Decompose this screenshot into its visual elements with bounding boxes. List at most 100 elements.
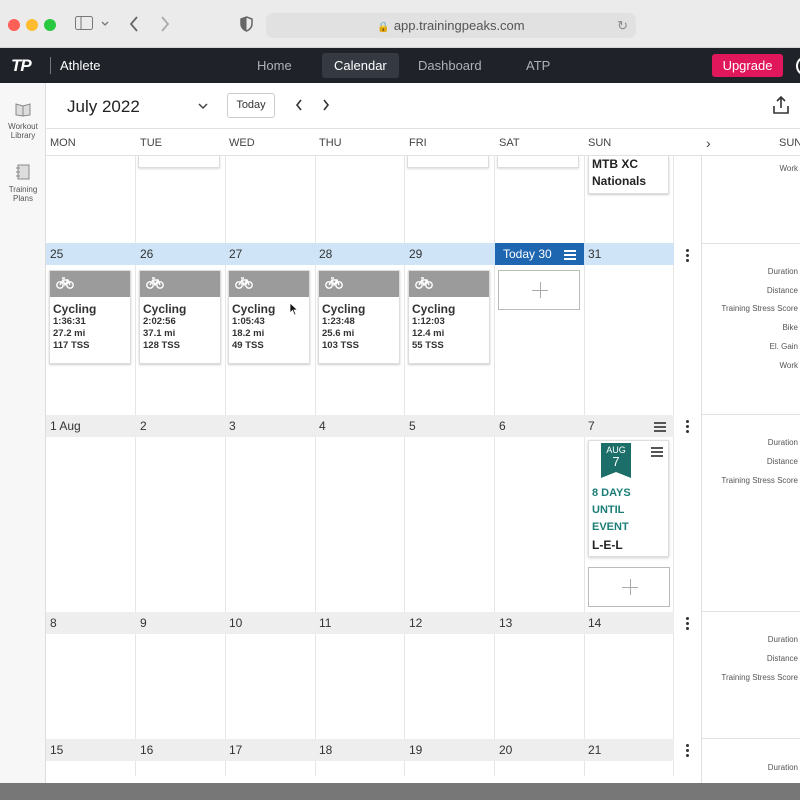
- day-number[interactable]: 29: [405, 243, 422, 265]
- workout-title: Cycling: [53, 302, 97, 316]
- day-number[interactable]: 8: [46, 612, 57, 634]
- day-menu-icon[interactable]: [654, 422, 666, 432]
- workout-distance: 27.2 mi: [53, 328, 86, 339]
- week-options-icon[interactable]: [684, 249, 690, 264]
- close-window-button[interactable]: [8, 19, 20, 31]
- add-workout-button[interactable]: [588, 567, 670, 607]
- flag-notch: [601, 472, 631, 478]
- week-options-icon[interactable]: [684, 617, 690, 632]
- day-number[interactable]: 12: [405, 612, 422, 634]
- day-number[interactable]: 1 Aug: [46, 415, 81, 437]
- countdown-line-1: 8 DAYS: [592, 487, 631, 499]
- previous-week-icon[interactable]: [295, 99, 303, 111]
- day-number[interactable]: 6: [495, 415, 506, 437]
- week-options-icon[interactable]: [684, 420, 690, 435]
- day-number[interactable]: 27: [225, 243, 242, 265]
- divider: [702, 243, 800, 244]
- chevron-down-icon[interactable]: [198, 103, 208, 110]
- workout-duration: 1:12:03: [412, 316, 445, 327]
- day-menu-icon[interactable]: [564, 250, 576, 260]
- day-number[interactable]: 15: [46, 739, 63, 761]
- sidebar-toggle-icon[interactable]: [75, 16, 93, 30]
- summary-header: SUN: [779, 137, 800, 149]
- training-plans-button[interactable]: Training Plans: [0, 164, 46, 203]
- day-number[interactable]: 20: [495, 739, 512, 761]
- summary-label: Distance: [766, 654, 798, 663]
- day-number[interactable]: 25: [46, 243, 63, 265]
- workout-library-button[interactable]: Workout Library: [0, 101, 46, 140]
- workout-type-bar: [319, 271, 399, 297]
- nav-calendar[interactable]: Calendar: [322, 53, 399, 78]
- today-button[interactable]: Today: [227, 93, 275, 118]
- next-week-icon[interactable]: [322, 99, 330, 111]
- workout-card[interactable]: Cycling 1:12:03 12.4 mi 55 TSS: [408, 270, 490, 364]
- partial-workout-card[interactable]: [407, 156, 489, 168]
- day-number[interactable]: 17: [225, 739, 242, 761]
- day-number[interactable]: 10: [225, 612, 242, 634]
- window-bottom-edge: [0, 783, 800, 800]
- day-number[interactable]: 21: [584, 739, 601, 761]
- nav-atp[interactable]: ATP: [514, 53, 562, 78]
- event-card-mtb-xc[interactable]: MTB XC Nationals: [588, 156, 669, 194]
- day-number[interactable]: 11: [315, 612, 331, 634]
- weekday-fri: FRI: [409, 137, 427, 149]
- day-number[interactable]: 28: [315, 243, 332, 265]
- day-number[interactable]: 18: [315, 739, 332, 761]
- back-arrow-icon[interactable]: [129, 16, 139, 32]
- divider: [702, 414, 800, 415]
- summary-label: Duration: [767, 438, 798, 447]
- workout-card[interactable]: Cycling 2:02:56 37.1 mi 128 TSS: [139, 270, 221, 364]
- day-number[interactable]: 16: [136, 739, 153, 761]
- event-menu-icon[interactable]: [651, 447, 663, 457]
- day-number[interactable]: 9: [136, 612, 147, 634]
- address-bar[interactable]: 🔒 app.trainingpeaks.com ↻: [266, 13, 636, 38]
- day-number[interactable]: 4: [315, 415, 326, 437]
- day-number[interactable]: 14: [584, 612, 601, 634]
- bike-icon: [415, 277, 433, 289]
- partial-workout-card[interactable]: [497, 156, 579, 168]
- partial-workout-card[interactable]: [138, 156, 220, 168]
- minimize-window-button[interactable]: [26, 19, 38, 31]
- workout-card[interactable]: Cycling 1:36:31 27.2 mi 117 TSS: [49, 270, 131, 364]
- day-number[interactable]: 13: [495, 612, 512, 634]
- weekday-sat: SAT: [499, 137, 520, 149]
- workout-library-label-1: Workout: [8, 122, 38, 131]
- summary-label: Training Stress Score: [721, 673, 798, 682]
- maximize-window-button[interactable]: [44, 19, 56, 31]
- forward-arrow-icon[interactable]: [160, 16, 170, 32]
- summary-label: Distance: [766, 286, 798, 295]
- workout-card[interactable]: Cycling 1:05:43 18.2 mi 49 TSS: [228, 270, 310, 364]
- chevron-down-icon[interactable]: [101, 21, 109, 27]
- day-number[interactable]: 26: [136, 243, 153, 265]
- workout-card[interactable]: Cycling 1:23:48 25.6 mi 103 TSS: [318, 270, 400, 364]
- upgrade-button[interactable]: Upgrade: [712, 54, 783, 77]
- workout-type-bar: [229, 271, 309, 297]
- summary-label: Duration: [767, 635, 798, 644]
- reload-icon[interactable]: ↻: [617, 13, 628, 38]
- bike-icon: [235, 277, 253, 289]
- athlete-name[interactable]: Athlete: [60, 58, 100, 73]
- notebook-icon: [16, 164, 30, 180]
- week-options-icon[interactable]: [684, 744, 690, 759]
- workout-tss: 55 TSS: [412, 340, 444, 351]
- day-number[interactable]: 7: [584, 415, 595, 437]
- day-number[interactable]: 2: [136, 415, 147, 437]
- day-number[interactable]: 5: [405, 415, 416, 437]
- day-number[interactable]: 19: [405, 739, 422, 761]
- nav-dashboard[interactable]: Dashboard: [406, 53, 494, 78]
- month-title[interactable]: July 2022: [67, 97, 140, 117]
- event-card-lel[interactable]: AUG 7 8 DAYS UNTIL EVENT L-E-L: [588, 440, 669, 557]
- summary-label: Training Stress Score: [721, 476, 798, 485]
- workout-type-bar: [140, 271, 220, 297]
- today-day-header[interactable]: Today 30: [495, 243, 584, 265]
- add-workout-button[interactable]: [498, 270, 580, 310]
- workout-tss: 128 TSS: [143, 340, 180, 351]
- workout-tss: 49 TSS: [232, 340, 264, 351]
- share-icon[interactable]: [772, 95, 790, 115]
- day-number[interactable]: 3: [225, 415, 236, 437]
- privacy-shield-icon[interactable]: [240, 16, 253, 32]
- chevron-right-icon[interactable]: ›: [706, 130, 711, 156]
- day-number[interactable]: 31: [584, 243, 601, 265]
- nav-home[interactable]: Home: [245, 53, 304, 78]
- trainingpeaks-logo[interactable]: TP: [11, 56, 32, 76]
